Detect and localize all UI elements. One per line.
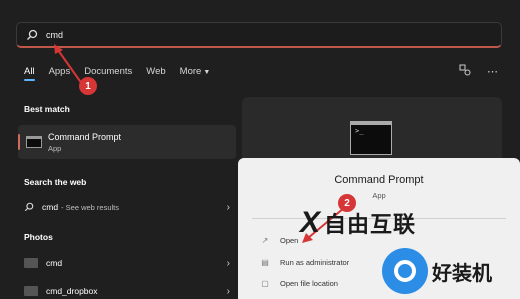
watermark-logo-bottom: 好装机 bbox=[382, 248, 492, 294]
watermark-text-bottom: 好装机 bbox=[432, 262, 492, 285]
step-badge-1: 1 bbox=[79, 77, 97, 95]
watermark-x-icon: X bbox=[300, 206, 321, 239]
watermark-logo: X 自由互联 bbox=[300, 206, 416, 240]
watermark-circle-icon bbox=[382, 248, 428, 294]
watermark-text: 自由互联 bbox=[324, 212, 417, 237]
